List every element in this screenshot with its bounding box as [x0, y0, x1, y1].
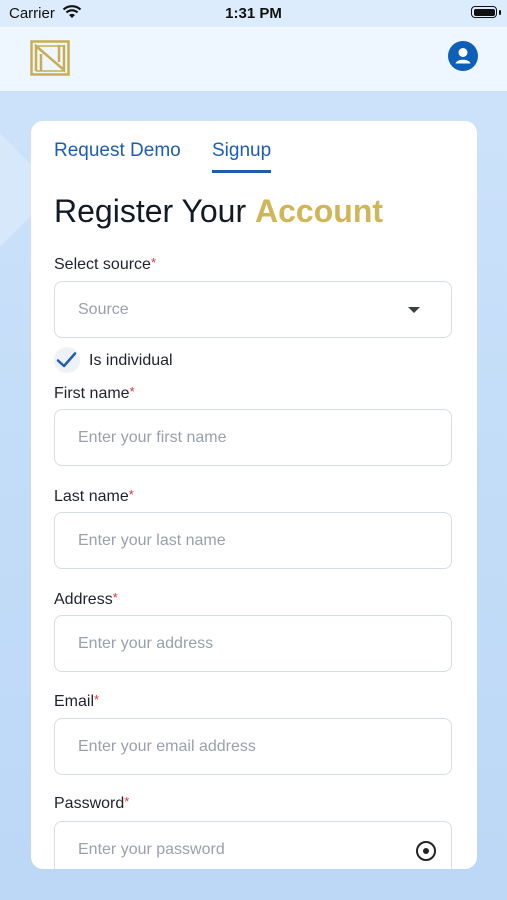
password-label: Password*: [54, 794, 130, 813]
page-title-accent: Account: [255, 193, 384, 229]
password-field[interactable]: Enter your password: [54, 821, 452, 869]
required-mark: *: [150, 255, 156, 270]
active-tab-underline: [212, 170, 272, 173]
last-name-label-text: Last name: [54, 488, 129, 505]
email-placeholder: Enter your email address: [78, 738, 256, 755]
required-mark: *: [94, 692, 100, 707]
source-label-text: Select source: [54, 256, 151, 273]
status-bar: Carrier 1:31 PM: [0, 0, 507, 27]
signup-card: Request Demo Signup Register Your Accoun…: [31, 121, 477, 869]
eye-icon[interactable]: [415, 840, 437, 862]
individual-checkbox[interactable]: [54, 347, 80, 373]
required-mark: *: [112, 590, 118, 605]
password-label-text: Password: [54, 795, 125, 812]
status-time: 1:31 PM: [225, 5, 282, 22]
last-name-placeholder: Enter your last name: [78, 532, 226, 549]
email-label-text: Email: [54, 693, 95, 710]
tab-signup[interactable]: Signup: [212, 140, 272, 173]
individual-label: Is individual: [89, 352, 173, 369]
email-label: Email*: [54, 692, 100, 711]
required-mark: *: [124, 794, 130, 809]
first-name-placeholder: Enter your first name: [78, 429, 227, 446]
profile-button[interactable]: [448, 41, 478, 71]
user-profile-icon: [455, 48, 471, 64]
page-title: Register Your Account: [54, 193, 383, 230]
first-name-label-text: First name: [54, 385, 130, 402]
source-select[interactable]: Source: [54, 281, 452, 338]
address-field[interactable]: Enter your address: [54, 615, 452, 672]
address-label: Address*: [54, 590, 118, 609]
email-field[interactable]: Enter your email address: [54, 718, 452, 775]
source-label: Select source*: [54, 255, 156, 274]
page-title-prefix: Register Your: [54, 193, 256, 229]
first-name-label: First name*: [54, 384, 135, 403]
app-header: [0, 27, 507, 91]
password-placeholder: Enter your password: [78, 841, 225, 858]
tab-request-demo[interactable]: Request Demo: [54, 140, 181, 162]
tab-signup-label: Signup: [212, 140, 272, 161]
checkmark-icon: [56, 352, 77, 368]
chevron-down-icon: [408, 307, 420, 313]
last-name-field[interactable]: Enter your last name: [54, 512, 452, 569]
required-mark: *: [129, 384, 135, 399]
brand-logo-icon[interactable]: [30, 40, 70, 76]
first-name-field[interactable]: Enter your first name: [54, 409, 452, 466]
address-label-text: Address: [54, 591, 113, 608]
source-placeholder: Source: [78, 301, 129, 318]
required-mark: *: [128, 487, 134, 502]
battery-icon: [471, 6, 497, 18]
last-name-label: Last name*: [54, 487, 134, 506]
address-placeholder: Enter your address: [78, 635, 214, 652]
battery-tip: [499, 10, 501, 15]
